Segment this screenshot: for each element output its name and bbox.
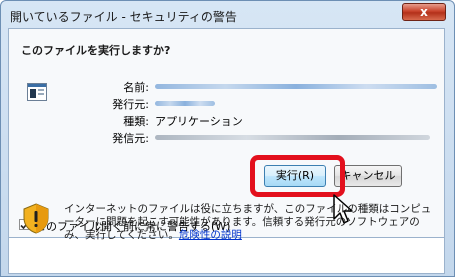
publisher-value[interactable] bbox=[155, 96, 215, 109]
risk-explanation-link[interactable]: 危険性の説明 bbox=[179, 229, 242, 241]
source-label: 発信元: bbox=[112, 132, 149, 145]
run-question: このファイルを実行しますか? bbox=[21, 44, 171, 57]
shield-warning-icon bbox=[23, 203, 49, 234]
window-title: 開いているファイル - セキュリティの警告 bbox=[10, 10, 237, 24]
name-value bbox=[155, 79, 437, 92]
title-bar[interactable]: 開いているファイル - セキュリティの警告 x bbox=[1, 1, 454, 29]
type-label: 種類: bbox=[123, 115, 149, 128]
name-label: 名前: bbox=[123, 81, 149, 94]
warning-message: インターネットのファイルは役に立ちますが、このファイルの種類はコンピューターに問… bbox=[64, 203, 432, 241]
close-button[interactable]: x bbox=[402, 3, 446, 21]
publisher-label: 発行元: bbox=[112, 98, 149, 111]
type-value: アプリケーション bbox=[155, 115, 243, 128]
close-icon: x bbox=[420, 5, 428, 19]
warning-text-block: インターネットのファイルは役に立ちますが、このファイルの種類はコンピューターに問… bbox=[64, 203, 436, 242]
warning-panel bbox=[8, 238, 445, 274]
source-value bbox=[155, 130, 430, 143]
application-file-icon bbox=[27, 83, 47, 101]
run-button-highlight bbox=[250, 155, 345, 197]
